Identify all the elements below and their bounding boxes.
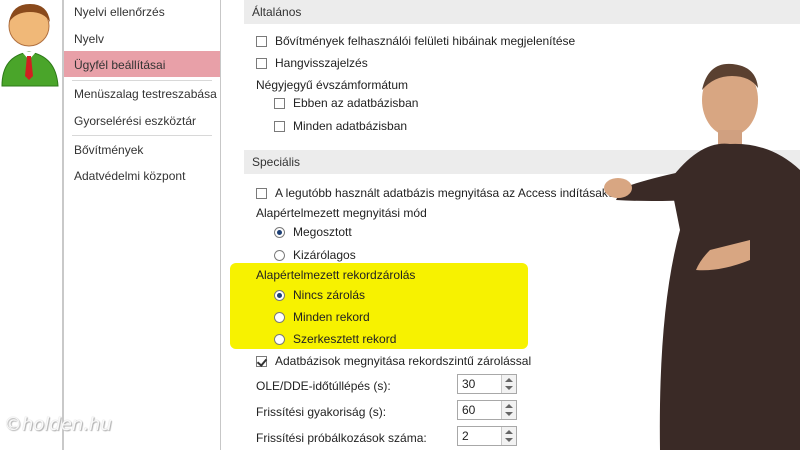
sidebar-item-client-settings[interactable]: Ügyfél beállításai: [74, 58, 165, 72]
sidebar-divider: [72, 80, 212, 81]
four-digit-this-db-checkbox[interactable]: [274, 97, 285, 109]
four-digit-all-db-option[interactable]: Minden adatbázisban: [274, 119, 407, 133]
section-general-heading: Általános: [244, 0, 800, 24]
update-retries-spinner[interactable]: 2: [457, 426, 517, 446]
sound-feedback-option[interactable]: Hangvisszajelzés: [256, 56, 368, 70]
spin-up-icon[interactable]: [505, 378, 513, 382]
refresh-interval-label: Frissítési gyakoriság (s):: [256, 405, 387, 419]
ole-timeout-value[interactable]: 30: [462, 377, 475, 391]
sidebar-item-addins[interactable]: Bővítmények: [74, 143, 143, 157]
refresh-interval-spinner[interactable]: 60: [457, 400, 517, 420]
lock-edited-record-option[interactable]: Szerkesztett rekord: [274, 332, 396, 346]
lock-edited-record-radio[interactable]: [274, 333, 285, 345]
lock-all-records-option[interactable]: Minden rekord: [274, 310, 370, 324]
spin-down-icon[interactable]: [505, 412, 513, 416]
show-addin-errors-label: Bővítmények felhasználói felületi hibáin…: [275, 34, 576, 48]
open-mode-shared-label: Megosztott: [293, 225, 352, 239]
open-mode-shared-option[interactable]: Megosztott: [274, 225, 352, 239]
update-retries-label: Frissítési próbálkozások száma:: [256, 431, 427, 445]
show-addin-errors-checkbox[interactable]: [256, 35, 267, 47]
open-last-db-label: A legutóbb használt adatbázis megnyitása…: [275, 186, 619, 200]
four-digit-this-db-label: Ebben az adatbázisban: [293, 96, 419, 110]
user-avatar-icon: [1, 4, 59, 87]
refresh-interval-spin-buttons[interactable]: [501, 401, 516, 419]
four-digit-this-db-option[interactable]: Ebben az adatbázisban: [274, 96, 418, 110]
presenter-figure: [604, 63, 800, 450]
open-mode-exclusive-radio[interactable]: [274, 249, 285, 261]
lock-none-radio[interactable]: [274, 289, 285, 301]
four-digit-all-db-label: Minden adatbázisban: [293, 119, 408, 133]
sidebar-item-trust-center[interactable]: Adatvédelmi központ: [74, 169, 185, 183]
lock-edited-record-label: Szerkesztett rekord: [293, 332, 397, 346]
left-strip: [0, 0, 62, 450]
spin-down-icon[interactable]: [505, 438, 513, 442]
open-mode-exclusive-label: Kizárólagos: [293, 248, 356, 262]
show-addin-errors-option[interactable]: Bővítmények felhasználói felületi hibáin…: [256, 34, 575, 48]
ole-timeout-spin-buttons[interactable]: [501, 375, 516, 393]
open-mode-shared-radio[interactable]: [274, 226, 285, 238]
update-retries-value[interactable]: 2: [462, 429, 469, 443]
refresh-interval-value[interactable]: 60: [462, 403, 475, 417]
open-last-db-checkbox[interactable]: [256, 187, 267, 199]
record-level-locking-label: Adatbázisok megnyitása rekordszintű záro…: [275, 354, 532, 368]
record-level-locking-checkbox[interactable]: [256, 355, 267, 367]
ole-timeout-label: OLE/DDE-időtúllépés (s):: [256, 379, 391, 393]
lock-none-label: Nincs zárolás: [293, 288, 366, 302]
watermark: ©holden.hu: [4, 414, 112, 435]
options-sidebar: Nyelvi ellenőrzés Nyelv Ügyfél beállítás…: [64, 0, 221, 450]
lock-all-records-label: Minden rekord: [293, 310, 370, 324]
sidebar-item-proofing[interactable]: Nyelvi ellenőrzés: [74, 5, 165, 19]
lock-none-option[interactable]: Nincs zárolás: [274, 288, 365, 302]
spin-down-icon[interactable]: [505, 386, 513, 390]
update-retries-spin-buttons[interactable]: [501, 427, 516, 445]
four-digit-year-label: Négyjegyű évszámformátum: [256, 78, 409, 92]
lock-all-records-radio[interactable]: [274, 311, 285, 323]
spin-up-icon[interactable]: [505, 404, 513, 408]
record-level-locking-option[interactable]: Adatbázisok megnyitása rekordszintű záro…: [256, 354, 531, 368]
open-mode-exclusive-option[interactable]: Kizárólagos: [274, 248, 356, 262]
default-record-locking-label: Alapértelmezett rekordzárolás: [256, 268, 416, 282]
sidebar-divider: [72, 135, 212, 136]
default-open-mode-label: Alapértelmezett megnyitási mód: [256, 206, 427, 220]
sidebar-item-quick-access-toolbar[interactable]: Gyorselérési eszköztár: [74, 114, 196, 128]
sound-feedback-label: Hangvisszajelzés: [275, 56, 368, 70]
sidebar-item-language[interactable]: Nyelv: [74, 32, 104, 46]
sound-feedback-checkbox[interactable]: [256, 57, 267, 69]
sidebar-item-customize-ribbon[interactable]: Menüszalag testreszabása: [74, 87, 217, 101]
open-last-db-option[interactable]: A legutóbb használt adatbázis megnyitása…: [256, 186, 619, 200]
spin-up-icon[interactable]: [505, 430, 513, 434]
four-digit-all-db-checkbox[interactable]: [274, 120, 285, 132]
ole-timeout-spinner[interactable]: 30: [457, 374, 517, 394]
